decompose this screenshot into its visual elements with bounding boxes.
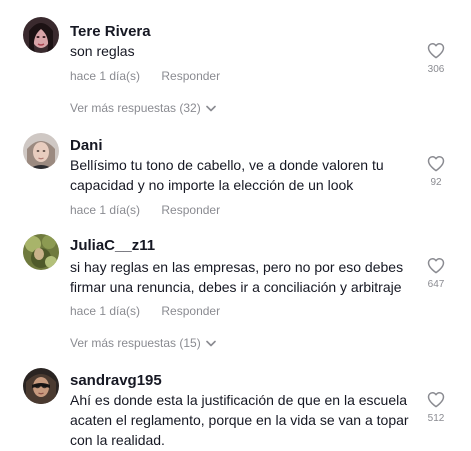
- heart-icon[interactable]: [427, 257, 445, 274]
- comment-username[interactable]: sandravg195: [70, 372, 162, 390]
- like-count: 92: [430, 177, 442, 188]
- reply-button[interactable]: Responder: [161, 304, 220, 318]
- chevron-down-icon: [205, 341, 216, 347]
- comment-time: hace 1 día(s): [70, 203, 141, 217]
- comment-username[interactable]: JuliaC__z11: [70, 237, 155, 255]
- user-avatar-icon: [23, 234, 59, 270]
- view-more-replies-button[interactable]: Ver más respuestas (15): [70, 335, 216, 351]
- like-button[interactable]: 306: [420, 42, 452, 76]
- heart-icon[interactable]: [427, 155, 445, 172]
- heart-icon[interactable]: [427, 391, 445, 408]
- user-avatar-icon: [23, 17, 59, 53]
- comment-text: si hay reglas en las empresas, pero no p…: [70, 259, 404, 295]
- view-more-replies-label: Ver más respuestas (32): [70, 101, 201, 115]
- comment-time: hace 1 día(s): [70, 69, 141, 83]
- avatar[interactable]: [23, 17, 59, 53]
- avatar[interactable]: [23, 133, 59, 169]
- like-button[interactable]: 647: [420, 257, 452, 291]
- comment-text: Bellísimo tu tono de cabello, ve a donde…: [70, 157, 384, 193]
- comment-meta: hace 1 día(s) Responder: [70, 68, 220, 84]
- user-avatar-icon: [23, 368, 59, 404]
- comment-text: Ahí es donde esta la justificación de qu…: [70, 392, 409, 448]
- comment-username[interactable]: Dani: [70, 137, 103, 155]
- like-count: 512: [427, 413, 445, 424]
- like-count: 306: [427, 64, 445, 75]
- comment-time: hace 1 día(s): [70, 304, 141, 318]
- chevron-down-icon: [205, 106, 216, 112]
- avatar[interactable]: [23, 234, 59, 270]
- comment-username[interactable]: Tere Rivera: [70, 23, 151, 41]
- comment-meta: hace 1 día(s) Responder: [70, 303, 220, 319]
- comment-text: son reglas: [70, 43, 135, 59]
- reply-button[interactable]: Responder: [161, 69, 220, 83]
- view-more-replies-button[interactable]: Ver más respuestas (32): [70, 100, 216, 116]
- user-avatar-icon: [23, 133, 59, 169]
- like-button[interactable]: 512: [420, 391, 452, 425]
- avatar[interactable]: [23, 368, 59, 404]
- reply-button[interactable]: Responder: [161, 203, 220, 217]
- comment-meta: hace 1 día(s) Responder: [70, 202, 220, 218]
- view-more-replies-label: Ver más respuestas (15): [70, 336, 201, 350]
- like-count: 647: [427, 279, 445, 290]
- like-button[interactable]: 92: [420, 155, 452, 189]
- heart-icon[interactable]: [427, 42, 445, 59]
